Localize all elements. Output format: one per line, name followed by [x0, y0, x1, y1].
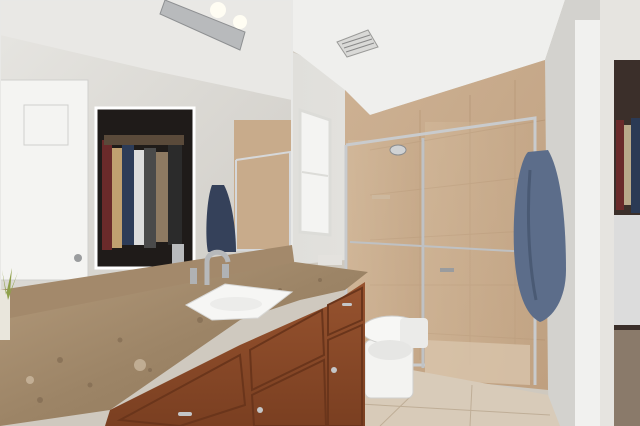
shower-door-handle[interactable]	[440, 268, 454, 272]
mirror	[0, 0, 292, 290]
tissue-box	[318, 255, 342, 265]
window	[298, 107, 332, 237]
mirror-door-reflection	[0, 79, 89, 281]
bathroom-photo	[0, 0, 640, 426]
shower-head-icon	[389, 144, 407, 156]
shower-shelf	[372, 195, 390, 199]
door-frame	[575, 20, 600, 426]
mirror-shower-reflection	[234, 120, 292, 250]
closet-clothes	[614, 118, 640, 426]
